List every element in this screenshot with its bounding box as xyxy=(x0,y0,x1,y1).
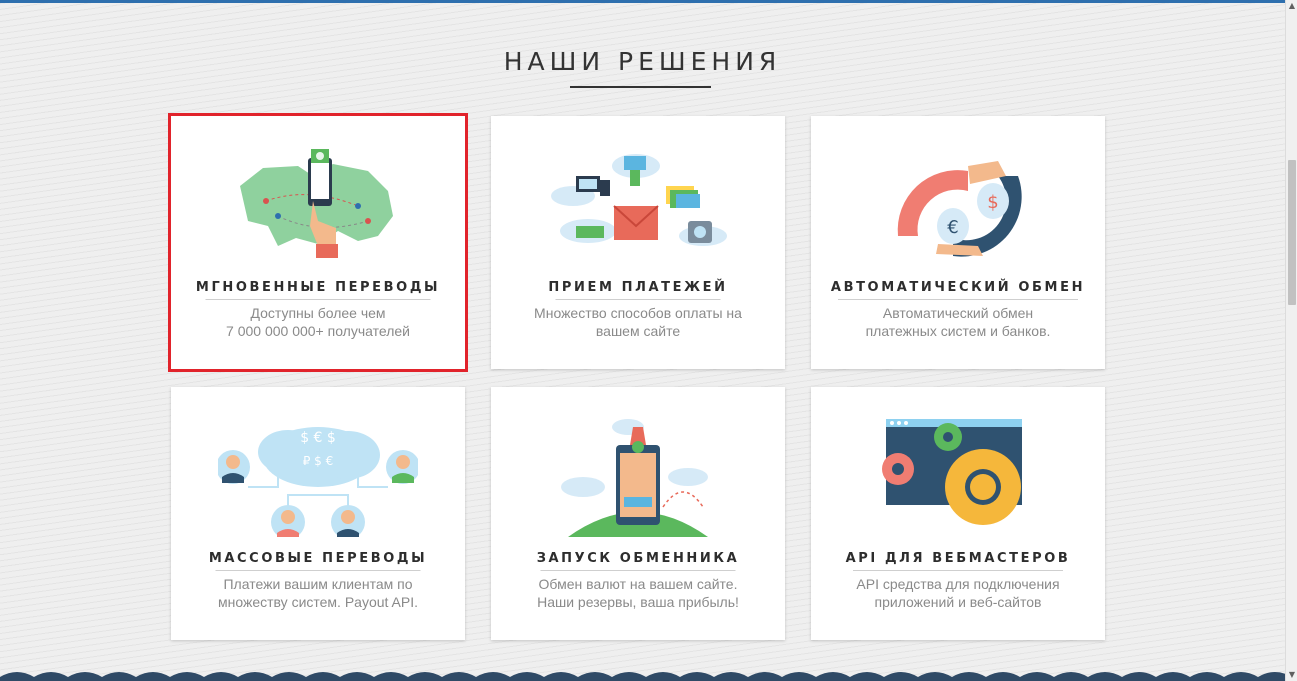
card-description: API средства для подключения приложений … xyxy=(821,575,1095,611)
card-title: МАССОВЫЕ ПЕРЕВОДЫ xyxy=(208,551,428,566)
card-payment-acceptance[interactable]: ПРИЕМ ПЛАТЕЖЕЙ Множество способов оплаты… xyxy=(491,116,785,369)
card-desc-line: Доступны более чем xyxy=(250,305,386,321)
card-title-underline xyxy=(215,570,421,571)
card-description: Автоматический обмен платежных систем и … xyxy=(821,304,1095,340)
world-map-transfer-icon xyxy=(240,149,393,258)
svg-text:$ € $: $ € $ xyxy=(300,430,336,446)
payment-methods-icon xyxy=(551,154,727,246)
bottom-wave-divider xyxy=(0,672,1285,681)
card-desc-line: Платежи вашим клиентам по xyxy=(223,576,413,592)
card-title-underline xyxy=(838,299,1078,300)
scroll-thumb[interactable] xyxy=(1288,160,1296,305)
card-title: API ДЛЯ ВЕБМАСТЕРОВ xyxy=(845,551,1071,566)
card-desc-line: Автоматический обмен xyxy=(882,305,1034,321)
card-instant-transfers[interactable]: МГНОВЕННЫЕ ПЕРЕВОДЫ Доступны более чем 7… xyxy=(168,113,468,372)
card-title-underline xyxy=(853,570,1063,571)
card-mass-payouts[interactable]: $ € $ ₽ $ € МАССОВЫЕ ПЕРЕВОДЫ Платежи ва… xyxy=(171,387,465,640)
svg-text:$: $ xyxy=(987,192,998,213)
vertical-scrollbar[interactable]: ▲ ▼ xyxy=(1285,0,1297,681)
card-desc-line: вашем сайте xyxy=(595,323,681,339)
card-exchanger-launch[interactable]: ЗАПУСК ОБМЕННИКА Обмен валют на вашем са… xyxy=(491,387,785,640)
currency-exchange-icon: $ € xyxy=(897,161,1022,257)
svg-text:€: € xyxy=(947,217,958,238)
card-auto-exchange[interactable]: $ € АВТОМАТИЧЕСКИЙ ОБМЕН Автоматический … xyxy=(811,116,1105,369)
mass-payout-icon: $ € $ ₽ $ € xyxy=(218,427,418,537)
card-desc-line: приложений и веб-сайтов xyxy=(874,594,1042,610)
api-gears-icon xyxy=(882,419,1022,525)
card-title-underline xyxy=(205,299,431,300)
card-desc-line: Множество способов оплаты на xyxy=(534,305,742,321)
card-title: ЗАПУСК ОБМЕННИКА xyxy=(536,551,740,566)
card-desc-line: 7 000 000 000+ получателей xyxy=(226,323,410,339)
card-description: Обмен валют на вашем сайте. Наши резервы… xyxy=(501,575,775,611)
card-description: Платежи вашим клиентам по множеству сист… xyxy=(181,575,455,611)
card-title: АВТОМАТИЧЕСКИЙ ОБМЕН xyxy=(830,280,1086,295)
card-desc-line: Наши резервы, ваша прибыль! xyxy=(537,594,739,610)
card-api-webmasters[interactable]: API ДЛЯ ВЕБМАСТЕРОВ API средства для под… xyxy=(811,387,1105,640)
card-desc-line: множеству систем. Payout API. xyxy=(218,594,418,610)
top-accent-bar xyxy=(0,0,1285,3)
card-title: МГНОВЕННЫЕ ПЕРЕВОДЫ xyxy=(195,280,441,295)
card-title: ПРИЕМ ПЛАТЕЖЕЙ xyxy=(548,280,728,295)
scroll-down-arrow-icon[interactable]: ▼ xyxy=(1287,669,1297,681)
section-title: НАШИ РЕШЕНИЯ xyxy=(503,47,782,76)
card-desc-line: API средства для подключения xyxy=(856,576,1060,592)
card-description: Множество способов оплаты на вашем сайте xyxy=(501,304,775,340)
scroll-up-arrow-icon[interactable]: ▲ xyxy=(1287,0,1297,12)
card-desc-line: Обмен валют на вашем сайте. xyxy=(538,576,738,592)
card-title-underline xyxy=(555,299,721,300)
card-title-underline xyxy=(540,570,736,571)
exchanger-launch-icon xyxy=(561,419,708,537)
svg-text:₽ $ €: ₽ $ € xyxy=(303,454,334,468)
card-desc-line: платежных систем и банков. xyxy=(865,323,1051,339)
section-title-underline xyxy=(570,86,711,88)
card-description: Доступны более чем 7 000 000 000+ получа… xyxy=(181,304,455,340)
